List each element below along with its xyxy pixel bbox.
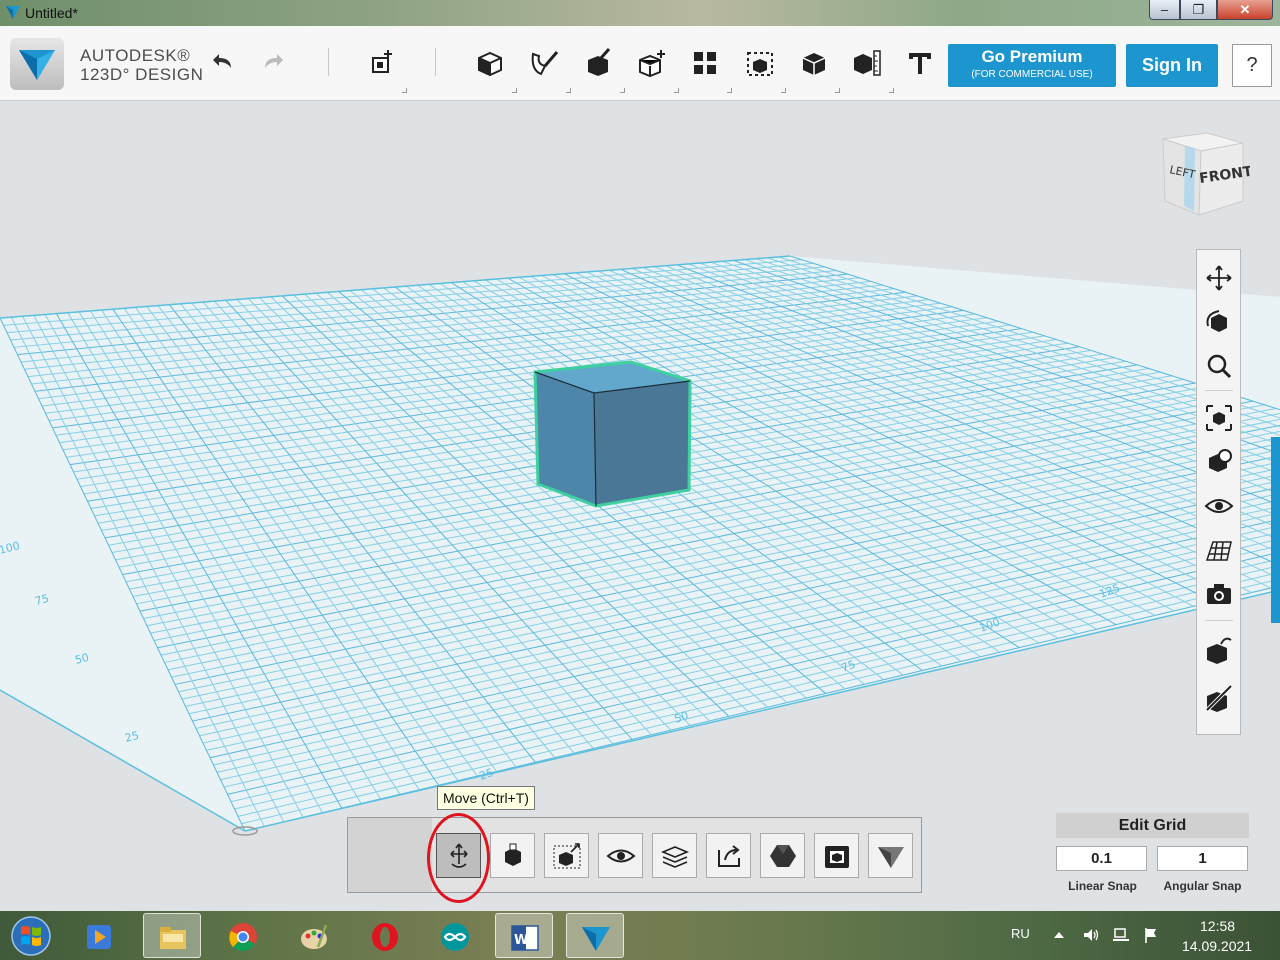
layers-icon xyxy=(660,846,690,868)
navigation-panel xyxy=(1196,249,1241,735)
action-center-flag-icon[interactable] xyxy=(1142,926,1160,944)
sign-in-button[interactable]: Sign In xyxy=(1126,44,1218,87)
linear-snap-field[interactable]: 0.1 xyxy=(1056,846,1147,871)
edit-grid-panel: Edit Grid 0.1 1 Linear Snap Angular Snap xyxy=(1056,813,1249,897)
sketch-icon[interactable] xyxy=(473,46,507,80)
pattern-icon[interactable] xyxy=(635,46,669,80)
media-player-icon xyxy=(87,925,111,949)
materials-icon[interactable] xyxy=(850,46,884,80)
svg-text:W: W xyxy=(514,933,528,948)
visibility-icon xyxy=(606,849,636,863)
pan-icon[interactable] xyxy=(1203,262,1235,294)
go-premium-label: Go Premium xyxy=(981,47,1083,66)
grouping-icon[interactable] xyxy=(688,46,722,80)
fit-icon[interactable] xyxy=(1203,402,1235,434)
opera-icon xyxy=(372,923,398,951)
modify-icon[interactable] xyxy=(581,46,615,80)
show-hide-icon[interactable] xyxy=(1203,682,1235,714)
solid-icon xyxy=(770,845,796,867)
taskbar-chrome[interactable] xyxy=(214,913,272,958)
paint-icon xyxy=(301,924,328,949)
view-cube[interactable]: LEFT FRONT xyxy=(1155,131,1250,221)
linear-snap-label: Linear Snap xyxy=(1068,879,1137,893)
clock-date[interactable]: 14.09.2021 xyxy=(1182,938,1252,954)
view-selection-icon[interactable] xyxy=(1203,446,1235,478)
taskbar-arduino[interactable] xyxy=(426,913,484,958)
material-icon[interactable] xyxy=(1203,634,1235,666)
screenshot-icon[interactable] xyxy=(1203,578,1235,610)
zoom-icon[interactable] xyxy=(1203,350,1235,382)
arduino-icon xyxy=(441,923,469,951)
highlight-circle xyxy=(427,813,490,903)
minimize-button[interactable]: – xyxy=(1149,0,1180,20)
start-button[interactable] xyxy=(8,914,54,957)
redo-icon[interactable] xyxy=(257,46,291,80)
text-icon[interactable] xyxy=(903,46,937,80)
show-hidden-icons-icon[interactable] xyxy=(1050,926,1068,944)
taskbar-opera[interactable] xyxy=(356,913,414,958)
visibility-icon[interactable] xyxy=(1203,490,1235,522)
brand-autodesk: AUTODESK® xyxy=(80,46,191,65)
move-tooltip: Move (Ctrl+T) xyxy=(437,786,535,810)
side-panel-toggle[interactable] xyxy=(1271,437,1280,623)
taskbar-file-explorer[interactable] xyxy=(143,913,201,958)
app-logo-icon xyxy=(19,50,55,80)
app-menu-button[interactable] xyxy=(10,38,64,90)
app-logo-icon xyxy=(6,6,20,19)
taskbar-word[interactable]: W xyxy=(495,913,553,958)
taskbar-paint[interactable] xyxy=(285,913,343,958)
volume-icon[interactable] xyxy=(1082,926,1100,944)
measure-icon[interactable] xyxy=(797,46,831,80)
123d-design-icon xyxy=(582,927,610,951)
app-logo-button[interactable] xyxy=(868,833,913,878)
export-icon xyxy=(718,845,740,867)
title-bar: Untitled* – ❐ ✕ xyxy=(0,0,1280,26)
primitives-icon[interactable] xyxy=(366,46,400,80)
go-premium-button[interactable]: Go Premium (FOR COMMERCIAL USE) xyxy=(948,44,1116,87)
scale-icon xyxy=(505,843,521,866)
undo-icon[interactable] xyxy=(205,46,239,80)
solid-button[interactable] xyxy=(760,833,805,878)
taskbar: W RU 12:58 14.09.2021 xyxy=(0,911,1280,960)
taskbar-media-player[interactable] xyxy=(70,913,128,958)
main-toolbar: AUTODESK® 123D° DESIGN Go Premium (FOR C… xyxy=(0,26,1280,101)
app-logo-icon xyxy=(878,847,904,868)
word-icon: W xyxy=(511,925,539,951)
go-premium-sub-label: (FOR COMMERCIAL USE) xyxy=(971,69,1093,80)
angular-snap-field[interactable]: 1 xyxy=(1157,846,1248,871)
combine-icon[interactable] xyxy=(743,46,777,80)
close-button[interactable]: ✕ xyxy=(1217,0,1273,20)
clock-time[interactable]: 12:58 xyxy=(1200,918,1235,934)
help-button[interactable]: ? xyxy=(1232,44,1272,87)
3d-viewport[interactable]: 25 50 75 100 25 50 75 100 125 LEFT FRONT xyxy=(0,101,1280,910)
angular-snap-label: Angular Snap xyxy=(1163,879,1242,893)
grid-scene: 25 50 75 100 25 50 75 100 125 xyxy=(0,255,1280,836)
brand-product: 123D° DESIGN xyxy=(80,65,204,84)
export-button[interactable] xyxy=(706,833,751,878)
grid-plane xyxy=(0,256,1280,831)
scale-button[interactable] xyxy=(490,833,535,878)
window-title: Untitled* xyxy=(25,5,78,21)
taskbar-123d-design[interactable] xyxy=(566,913,624,958)
network-icon[interactable] xyxy=(1112,926,1130,944)
snapshot-button[interactable] xyxy=(814,833,859,878)
visibility-button[interactable] xyxy=(598,833,643,878)
selected-box-solid[interactable] xyxy=(533,360,692,508)
file-explorer-icon xyxy=(160,927,186,949)
smart-scale-icon xyxy=(553,843,581,869)
orbit-icon[interactable] xyxy=(1203,306,1235,338)
grid-icon[interactable] xyxy=(1203,534,1235,566)
layers-button[interactable] xyxy=(652,833,697,878)
edit-grid-button[interactable]: Edit Grid xyxy=(1056,813,1249,838)
snapshot-icon xyxy=(825,846,849,868)
maximize-button[interactable]: ❐ xyxy=(1180,0,1217,20)
chrome-icon xyxy=(229,923,257,952)
construct-icon[interactable] xyxy=(527,46,561,80)
language-indicator[interactable]: RU xyxy=(1011,926,1030,941)
smart-scale-button[interactable] xyxy=(544,833,589,878)
